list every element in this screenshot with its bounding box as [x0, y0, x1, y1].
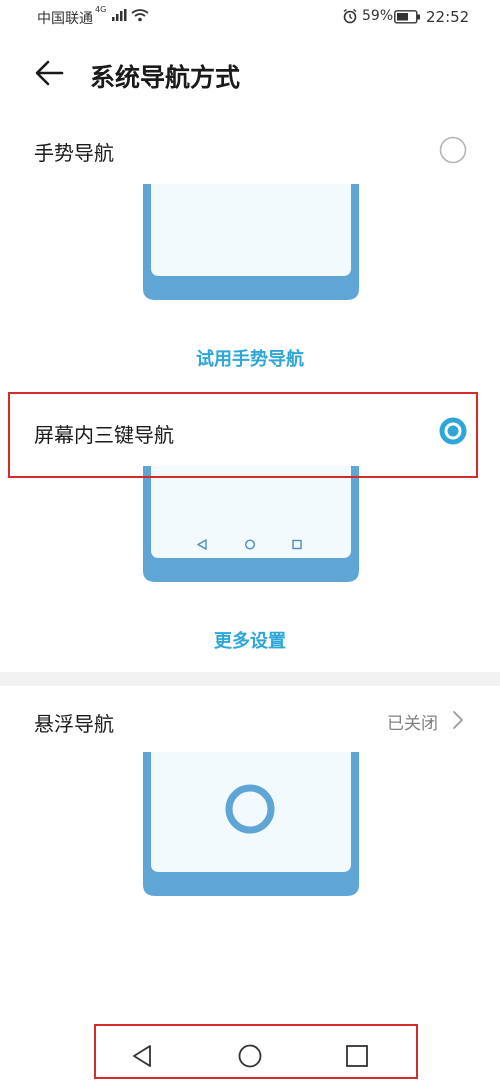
section-divider [0, 672, 500, 686]
navbar-highlight-box [94, 1024, 418, 1079]
network-type-label: 4G [95, 5, 107, 14]
try-gesture-navigation-link[interactable]: 试用手势导航 [0, 345, 500, 371]
gesture-navigation-preview [143, 184, 359, 300]
battery-percent: 59% [362, 8, 394, 24]
wifi-icon [131, 9, 149, 22]
page-title: 系统导航方式 [90, 63, 241, 92]
more-settings-link[interactable]: 更多设置 [0, 627, 500, 653]
signal-icon [112, 9, 127, 21]
floating-navigation-preview [143, 752, 359, 896]
status-bar: 中国联通 4G 59% 22:52 [0, 0, 500, 36]
floating-navigation-status: 已关闭 [387, 714, 438, 734]
highlight-box [8, 392, 478, 478]
chevron-right-icon[interactable] [452, 710, 464, 730]
three-key-navigation-preview [143, 466, 359, 582]
battery-icon [394, 10, 420, 24]
back-arrow-icon[interactable] [34, 59, 64, 87]
gesture-navigation-label: 手势导航 [34, 141, 114, 165]
floating-navigation-label[interactable]: 悬浮导航 [34, 708, 114, 737]
clock: 22:52 [426, 8, 470, 26]
alarm-icon [343, 8, 357, 24]
gesture-navigation-radio[interactable] [438, 135, 468, 165]
carrier-label: 中国联通 [37, 11, 93, 27]
